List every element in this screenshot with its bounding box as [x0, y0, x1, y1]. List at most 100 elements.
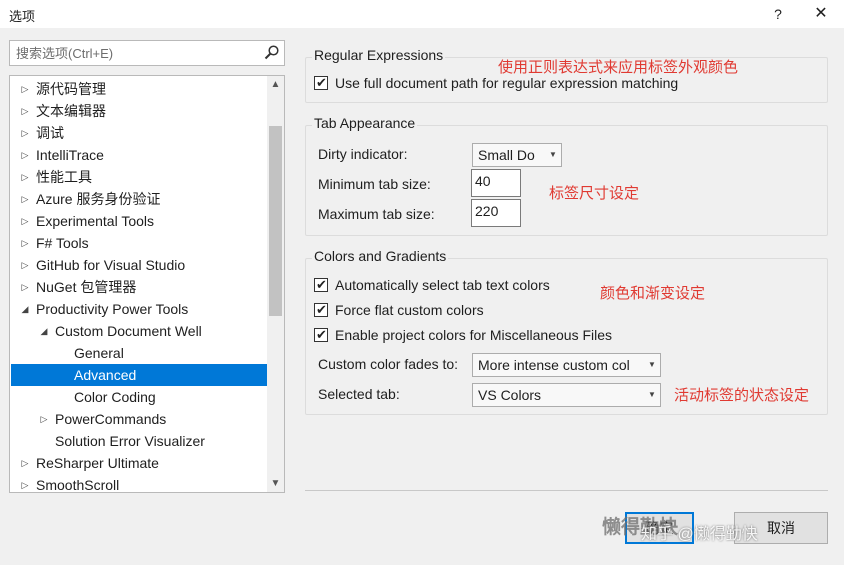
min-tab-size-input[interactable]: 40 [471, 169, 521, 197]
tab-appearance-title: Tab Appearance [312, 115, 418, 131]
selected-tab-note: 活动标签的状态设定 [674, 387, 810, 404]
expand-arrow-icon[interactable]: ▷ [19, 452, 31, 474]
tree-item-label: 性能工具 [36, 169, 92, 185]
tree-item-label: 调试 [36, 125, 64, 141]
tree-item-label: Color Coding [74, 389, 156, 405]
tree-item-label: General [74, 345, 124, 361]
expand-arrow-icon[interactable]: ▷ [19, 254, 31, 276]
window-title: 选项 [9, 9, 36, 24]
tree-item[interactable]: ▷ 源代码管理 [11, 78, 267, 100]
chevron-down-icon: ▼ [644, 384, 660, 406]
collapse-arrow-icon[interactable]: ◢ [38, 320, 50, 342]
selected-tab-value: VS Colors [478, 387, 542, 403]
scroll-up-icon[interactable]: ▲ [267, 76, 284, 93]
tree-item[interactable]: ▷ 调试 [11, 122, 267, 144]
expand-arrow-icon[interactable]: ▷ [38, 408, 50, 430]
min-tab-size-label: Minimum tab size: [318, 176, 431, 192]
tree-item[interactable]: ▷ Azure 服务身份验证 [11, 188, 267, 210]
separator [305, 490, 828, 491]
colors-note: 颜色和渐变设定 [600, 285, 706, 302]
tree-item-label: SmoothScroll [36, 477, 120, 493]
tree-item[interactable]: ▷ 性能工具 [11, 166, 267, 188]
expand-arrow-icon[interactable]: ▷ [19, 276, 31, 298]
fades-to-select[interactable]: More intense custom col ▼ [472, 353, 661, 377]
expand-arrow-icon[interactable]: ▷ [19, 188, 31, 210]
chevron-down-icon: ▼ [644, 354, 660, 376]
selected-tab-label: Selected tab: [318, 386, 400, 402]
tree-item[interactable]: Advanced [11, 364, 267, 386]
project-colors-label: Enable project colors for Miscellaneous … [335, 327, 613, 343]
max-tab-size-label: Maximum tab size: [318, 206, 435, 222]
tree-item[interactable]: ◢ Productivity Power Tools [11, 298, 267, 320]
search-input[interactable] [10, 41, 250, 65]
expand-arrow-icon[interactable]: ▷ [19, 100, 31, 122]
scroll-thumb[interactable] [269, 126, 282, 316]
search-icon[interactable] [263, 44, 281, 62]
expand-arrow-icon[interactable]: ▷ [19, 210, 31, 232]
tree-item[interactable]: ▷ IntelliTrace [11, 144, 267, 166]
search-box [9, 40, 285, 66]
checkbox-box[interactable]: ✔ [314, 327, 328, 342]
checkbox-box[interactable]: ✔ [314, 75, 328, 90]
tree-item[interactable]: Color Coding [11, 386, 267, 408]
tree-item[interactable]: ▷ 文本编辑器 [11, 100, 267, 122]
force-flat-label: Force flat custom colors [335, 302, 484, 318]
check-icon: ✔ [316, 327, 327, 342]
tree-item[interactable]: ◢ Custom Document Well [11, 320, 267, 342]
tree-item[interactable]: ▷ NuGet 包管理器 [11, 276, 267, 298]
tree-item[interactable]: ▷ ReSharper Ultimate [11, 452, 267, 474]
check-icon: ✔ [316, 302, 327, 317]
dirty-indicator-value: Small Do [478, 147, 535, 163]
fades-to-value: More intense custom col [478, 357, 630, 373]
regex-group-title: Regular Expressions [312, 47, 446, 63]
chevron-down-icon: ▼ [545, 144, 561, 166]
tree-item-label: Advanced [74, 367, 137, 383]
fades-to-label: Custom color fades to: [318, 356, 459, 372]
tree-item-label: Productivity Power Tools [36, 301, 189, 317]
help-button[interactable]: ? [768, 4, 788, 24]
dirty-indicator-select[interactable]: Small Do ▼ [472, 143, 562, 167]
check-icon: ✔ [316, 75, 327, 90]
tree-item-label: Custom Document Well [55, 323, 202, 339]
checkbox-box[interactable]: ✔ [314, 302, 328, 317]
selected-tab-select[interactable]: VS Colors ▼ [472, 383, 661, 407]
tree-item-label: PowerCommands [55, 411, 167, 427]
tree-item-label: Experimental Tools [36, 213, 155, 229]
checkbox-box[interactable]: ✔ [314, 277, 328, 292]
colors-group-title: Colors and Gradients [312, 248, 449, 264]
max-tab-size-input[interactable]: 220 [471, 199, 521, 227]
tree-item[interactable]: ▷ Experimental Tools [11, 210, 267, 232]
tree-item[interactable]: ▷ GitHub for Visual Studio [11, 254, 267, 276]
tree-item-label: ReSharper Ultimate [36, 455, 159, 471]
expand-arrow-icon[interactable]: ▷ [19, 144, 31, 166]
expand-arrow-icon[interactable]: ▷ [19, 232, 31, 254]
tree-item-label: IntelliTrace [36, 147, 104, 163]
tab-size-note: 标签尺寸设定 [549, 185, 640, 202]
expand-arrow-icon[interactable]: ▷ [19, 78, 31, 100]
auto-select-label: Automatically select tab text colors [335, 277, 550, 293]
tree-item[interactable]: ▷ PowerCommands [11, 408, 267, 430]
collapse-arrow-icon[interactable]: ◢ [19, 298, 31, 320]
check-icon: ✔ [316, 277, 327, 292]
regex-note: 使用正则表达式来应用标签外观颜色 [498, 59, 739, 76]
tree-item[interactable]: Solution Error Visualizer [11, 430, 267, 452]
tree-item-label: GitHub for Visual Studio [36, 257, 186, 273]
options-tree[interactable]: ▷ 源代码管理 ▷ 文本编辑器 ▷ 调试 ▷ IntelliTrace ▷ 性能工具 ▷ Azure … [9, 75, 285, 493]
tree-item[interactable]: ▷ SmoothScroll [11, 474, 267, 493]
scroll-down-icon[interactable]: ▼ [267, 475, 284, 492]
tree-item[interactable]: ▷ F# Tools [11, 232, 267, 254]
tree-item-label: Solution Error Visualizer [55, 433, 205, 449]
close-button[interactable]: ✕ [810, 4, 832, 24]
tree-scrollbar[interactable]: ▲ ▼ [267, 76, 284, 492]
tree-item-label: NuGet 包管理器 [36, 279, 137, 295]
expand-arrow-icon[interactable]: ▷ [19, 474, 31, 492]
watermark-zhihu: 知乎 @懒得勤快 [641, 526, 758, 543]
tree-item[interactable]: General [11, 342, 267, 364]
expand-arrow-icon[interactable]: ▷ [19, 122, 31, 144]
tree-item-label: 文本编辑器 [36, 103, 106, 119]
dirty-indicator-label: Dirty indicator: [318, 146, 408, 162]
tree-item-label: Azure 服务身份验证 [36, 191, 161, 207]
expand-arrow-icon[interactable]: ▷ [19, 166, 31, 188]
tree-item-label: F# Tools [36, 235, 89, 251]
tree-item-label: 源代码管理 [36, 81, 106, 97]
